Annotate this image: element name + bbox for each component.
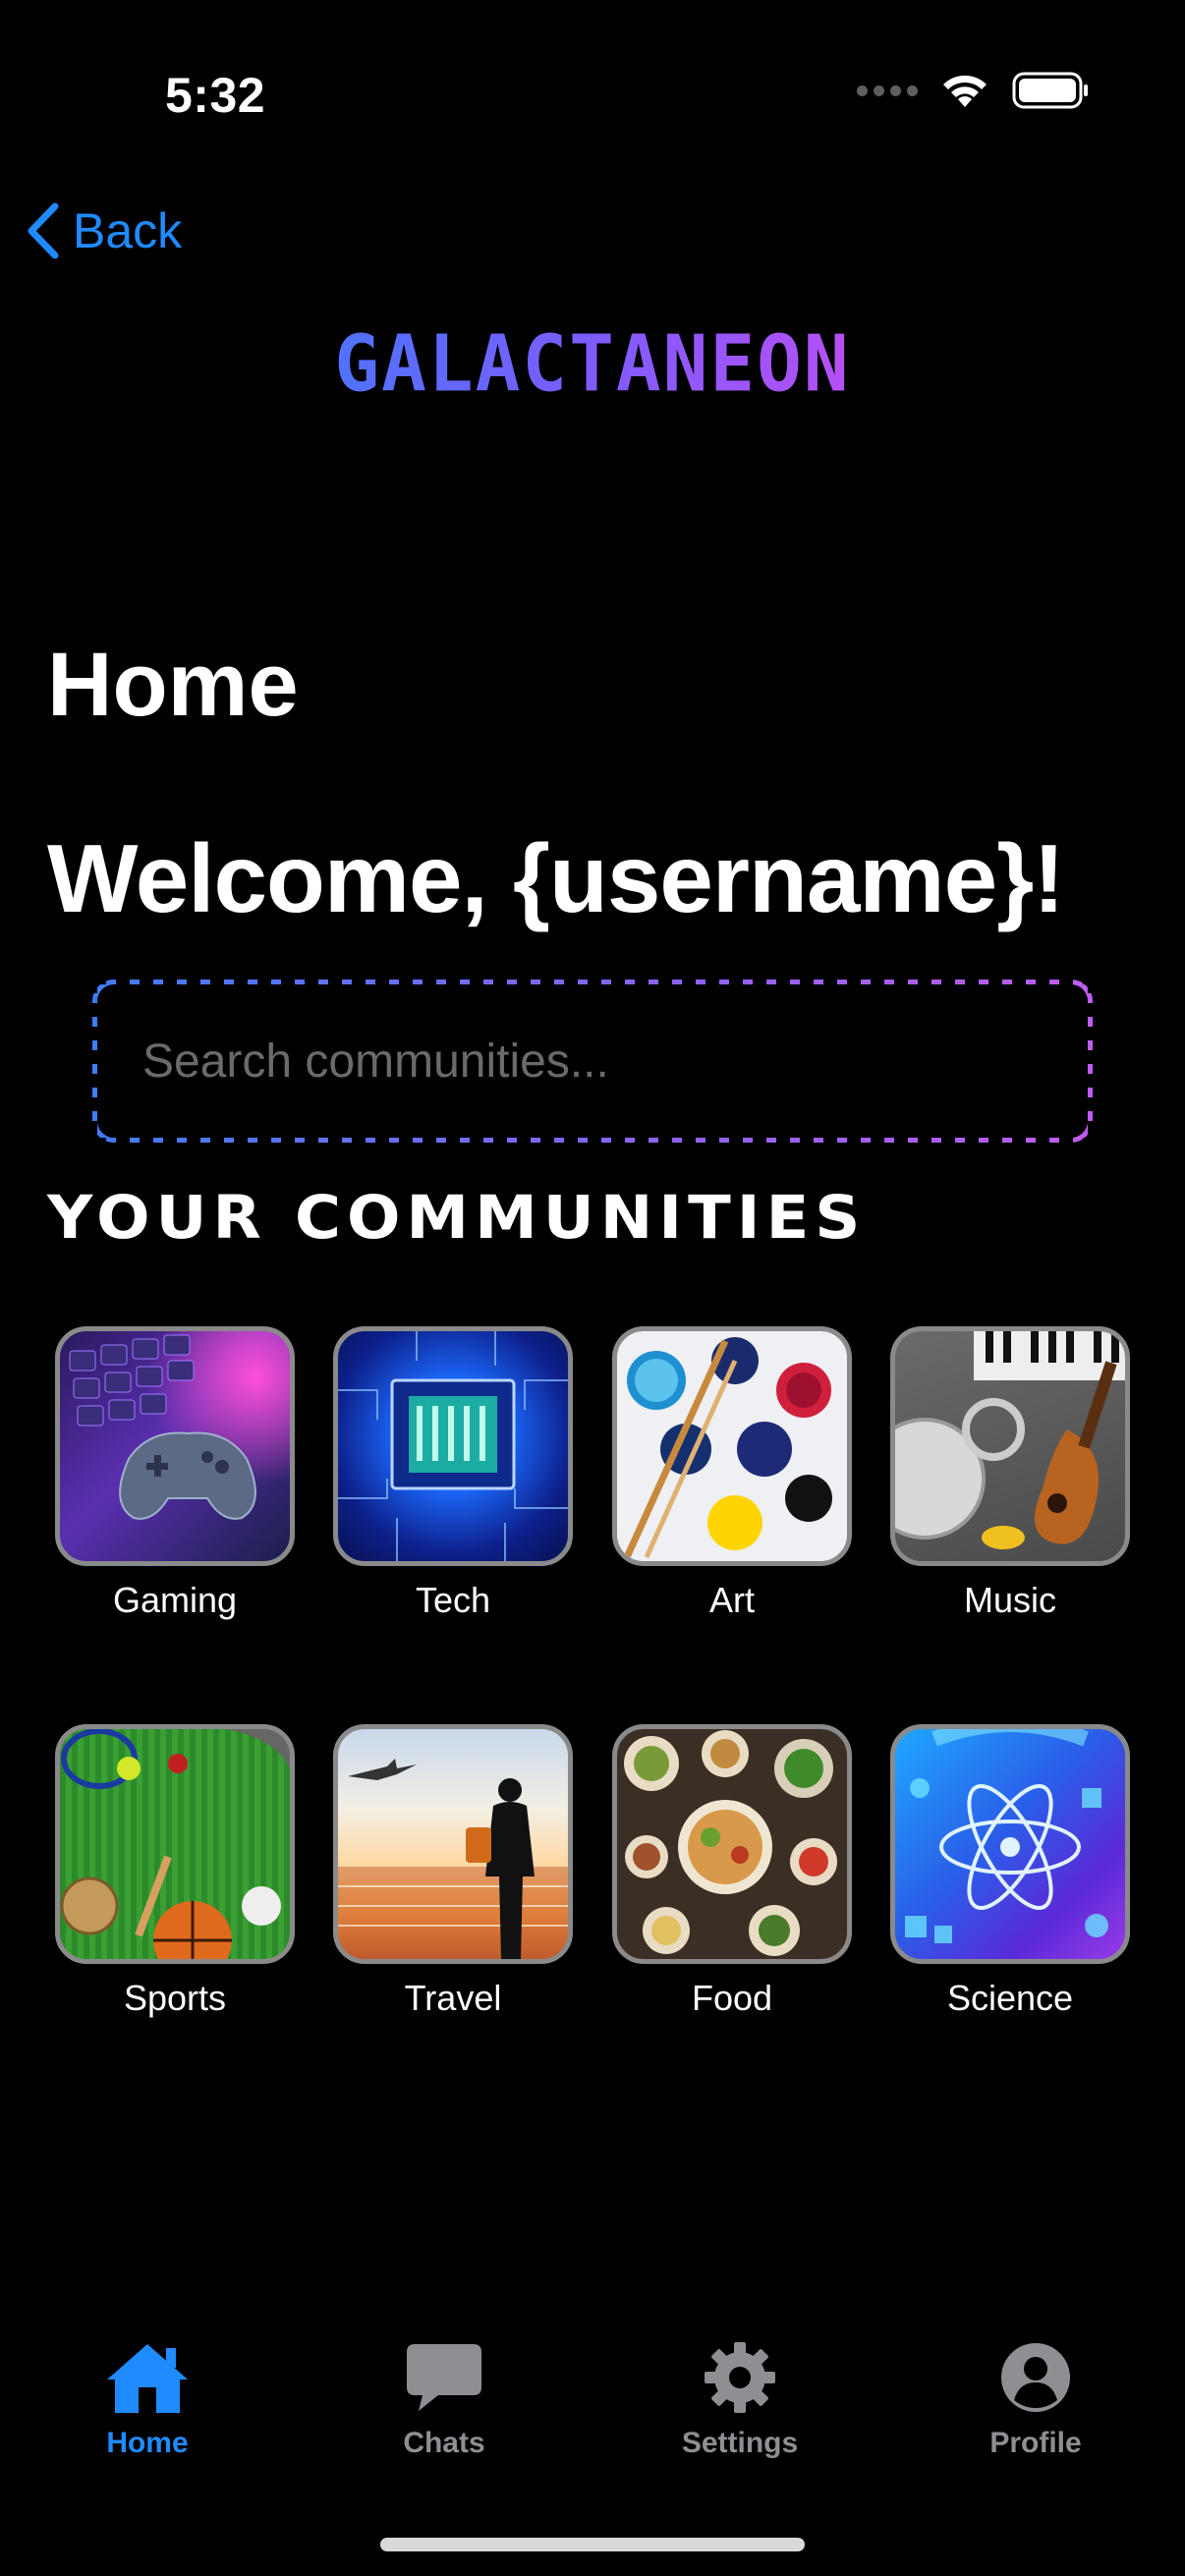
- search-field[interactable]: [92, 980, 1093, 1143]
- back-label: Back: [73, 203, 183, 258]
- tab-profile[interactable]: Profile: [947, 2338, 1124, 2460]
- community-tile-travel[interactable]: Travel: [331, 1724, 575, 2019]
- cellular-signal-icon: [857, 84, 918, 96]
- user-circle-icon: [947, 2338, 1124, 2417]
- app-logo: GALACTANEON: [0, 316, 1185, 410]
- home-indicator[interactable]: [380, 2538, 805, 2551]
- microchip-image: [333, 1326, 573, 1566]
- tab-home[interactable]: Home: [59, 2338, 236, 2460]
- sports-balls-image: [55, 1724, 295, 1964]
- instruments-image: [890, 1326, 1130, 1566]
- tab-label: Profile: [989, 2427, 1082, 2459]
- gamepad-keyboard-image: [55, 1326, 295, 1566]
- traveler-airport-image: [333, 1724, 573, 1964]
- community-label: Art: [708, 1580, 755, 1620]
- community-label: Gaming: [112, 1580, 238, 1620]
- atom-image: [890, 1724, 1130, 1964]
- home-icon: [59, 2338, 236, 2417]
- community-tile-science[interactable]: Science: [888, 1724, 1132, 2019]
- page-title: Home: [47, 635, 299, 735]
- community-tile-food[interactable]: Food: [610, 1724, 854, 2019]
- community-tile-art[interactable]: Art: [610, 1326, 854, 1621]
- community-tile-sports[interactable]: Sports: [53, 1724, 297, 2019]
- back-button[interactable]: Back: [24, 196, 182, 265]
- community-label: Food: [691, 1978, 773, 2018]
- communities-section-title: YOUR COMMUNITIES: [47, 1184, 867, 1254]
- tab-bar: Home Chats Settings Profile: [0, 2338, 1185, 2486]
- food-table-image: [612, 1724, 852, 1964]
- logo-text: GALACTANEON: [334, 316, 851, 410]
- battery-icon: [1012, 72, 1088, 109]
- welcome-heading: Welcome, {username}!: [47, 824, 1065, 932]
- paint-palette-image: [612, 1326, 852, 1566]
- chevron-left-icon: [28, 202, 59, 259]
- tab-chats[interactable]: Chats: [356, 2338, 533, 2460]
- tab-settings[interactable]: Settings: [651, 2338, 828, 2460]
- community-label: Science: [946, 1978, 1074, 2018]
- tab-label: Home: [106, 2427, 189, 2459]
- community-tile-tech[interactable]: Tech: [331, 1326, 575, 1621]
- community-label: Music: [963, 1580, 1056, 1620]
- community-label: Tech: [415, 1580, 491, 1620]
- community-label: Sports: [123, 1978, 227, 2018]
- chat-bubble-icon: [356, 2338, 533, 2417]
- community-label: Travel: [404, 1978, 502, 2018]
- community-tile-gaming[interactable]: Gaming: [53, 1326, 297, 1621]
- status-indicators: [857, 71, 1091, 110]
- tab-label: Chats: [403, 2427, 485, 2459]
- wifi-icon: [943, 75, 987, 107]
- search-input[interactable]: [97, 1034, 1088, 1089]
- gear-icon: [651, 2338, 828, 2417]
- status-time: 5:32: [165, 68, 266, 123]
- community-tile-music[interactable]: Music: [888, 1326, 1132, 1621]
- tab-label: Settings: [681, 2427, 799, 2459]
- search-field-inner: [97, 984, 1088, 1138]
